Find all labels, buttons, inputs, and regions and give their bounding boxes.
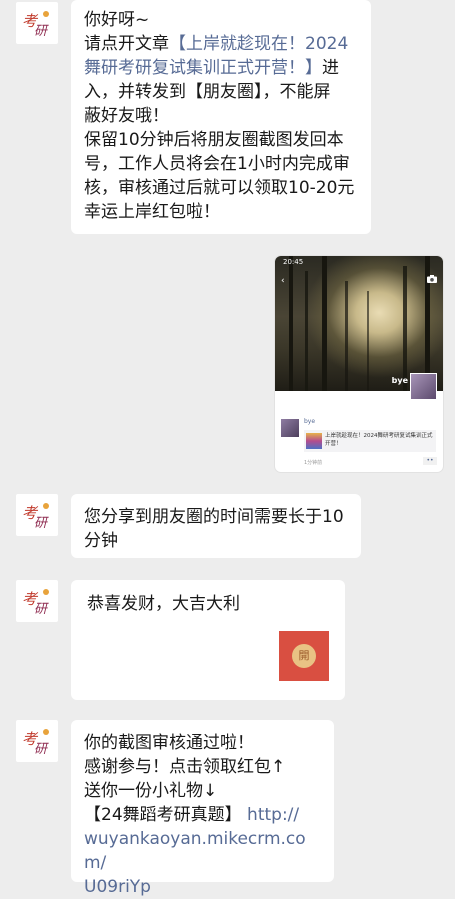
post-link-title: 上岸就趁现在！2024舞研考研复试集训正式开营！ — [325, 433, 433, 447]
message-bubble-approved[interactable]: 你的截图审核通过啦！ 感谢参与！点击领取红包↑ 送你一份小礼物↓ 【24舞蹈考研… — [71, 720, 334, 897]
svg-text:研: 研 — [34, 742, 49, 757]
message-line: 你的截图审核通过啦！ — [84, 733, 254, 753]
avatar-official-account[interactable]: 考 研 — [16, 2, 58, 44]
post-time: 1分钟前 — [304, 460, 323, 466]
post-link-thumbnail — [306, 433, 322, 449]
message-line: 送你一份小礼物↓ — [84, 781, 218, 801]
gift-link[interactable]: U09riYp — [84, 875, 320, 899]
gift-link[interactable]: wuyankaoyan.mikecrm.com/ — [84, 827, 320, 875]
message-line: 您分享到朋友圈的时间需要长于10 — [84, 507, 344, 527]
article-link[interactable]: 舞研考研复试集训正式开营！】 — [84, 58, 322, 78]
status-bar-time: 20:45 — [283, 258, 304, 266]
profile-avatar — [410, 373, 437, 400]
message-line: 保留10分钟后将朋友圈截图发回本 — [84, 130, 344, 150]
message-line: 蔽好友哦！ — [84, 106, 169, 126]
svg-text:研: 研 — [34, 24, 49, 39]
forest-photo — [275, 256, 443, 391]
avatar-logo-icon: 考 研 — [22, 11, 49, 39]
message-line: 入，并转发到【朋友圈】，不能屏 — [84, 82, 331, 102]
message-line: 幸运上岸红包啦！ — [84, 202, 220, 222]
avatar-logo-icon: 考 研 — [22, 729, 49, 757]
avatar-logo-icon: 考 研 — [22, 503, 49, 531]
post-author-name: bye — [304, 418, 316, 425]
message-line: 舞研考研复试集训正式开营！】进 — [84, 58, 339, 78]
red-packet-icon[interactable]: 開 — [279, 631, 329, 681]
article-link[interactable]: 【上岸就趁现在！2024 — [169, 34, 348, 54]
gift-link[interactable]: http:// — [247, 805, 299, 825]
svg-text:研: 研 — [34, 516, 49, 531]
back-arrow-icon: ‹ — [281, 276, 285, 286]
message-line: 【24舞蹈考研真题】 http:// — [84, 805, 300, 825]
message-bubble-invite[interactable]: 你好呀~ 请点开文章【上岸就趁现在！2024 舞研考研复试集训正式开营！】进 入… — [71, 0, 371, 234]
message-line: 核，审核通过后就可以领取10-20元 — [84, 178, 355, 198]
profile-name-overlay: bye — [391, 376, 408, 385]
message-line: 号，工作人员将会在1小时内完成审 — [84, 154, 350, 174]
avatar-official-account[interactable]: 考 研 — [16, 494, 58, 536]
open-red-packet-button[interactable]: 開 — [292, 644, 316, 668]
message-line: 分钟 — [84, 531, 118, 551]
message-line: 感谢参与！点击领取红包↑ — [84, 757, 286, 777]
avatar-official-account[interactable]: 考 研 — [16, 580, 58, 622]
camera-icon — [427, 275, 437, 283]
message-bubble-notice[interactable]: 您分享到朋友圈的时间需要长于10 分钟 — [71, 494, 361, 558]
message-line: 你好呀~ — [84, 10, 150, 30]
avatar-official-account[interactable]: 考 研 — [16, 720, 58, 762]
message-line: 请点开文章【上岸就趁现在！2024 — [84, 34, 349, 54]
svg-text:研: 研 — [34, 602, 49, 617]
moments-screenshot-image[interactable]: 20:45 ‹ bye bye 上岸就趁现在！2024舞研考研复试集训正式开营！… — [275, 256, 443, 472]
post-avatar — [281, 419, 299, 437]
post-shared-link: 上岸就趁现在！2024舞研考研复试集训正式开营！ — [304, 430, 436, 452]
post-more-button: •• — [423, 457, 437, 465]
red-packet-greeting: 恭喜发财，大吉大利 — [87, 594, 240, 614]
avatar-logo-icon: 考 研 — [22, 589, 49, 617]
